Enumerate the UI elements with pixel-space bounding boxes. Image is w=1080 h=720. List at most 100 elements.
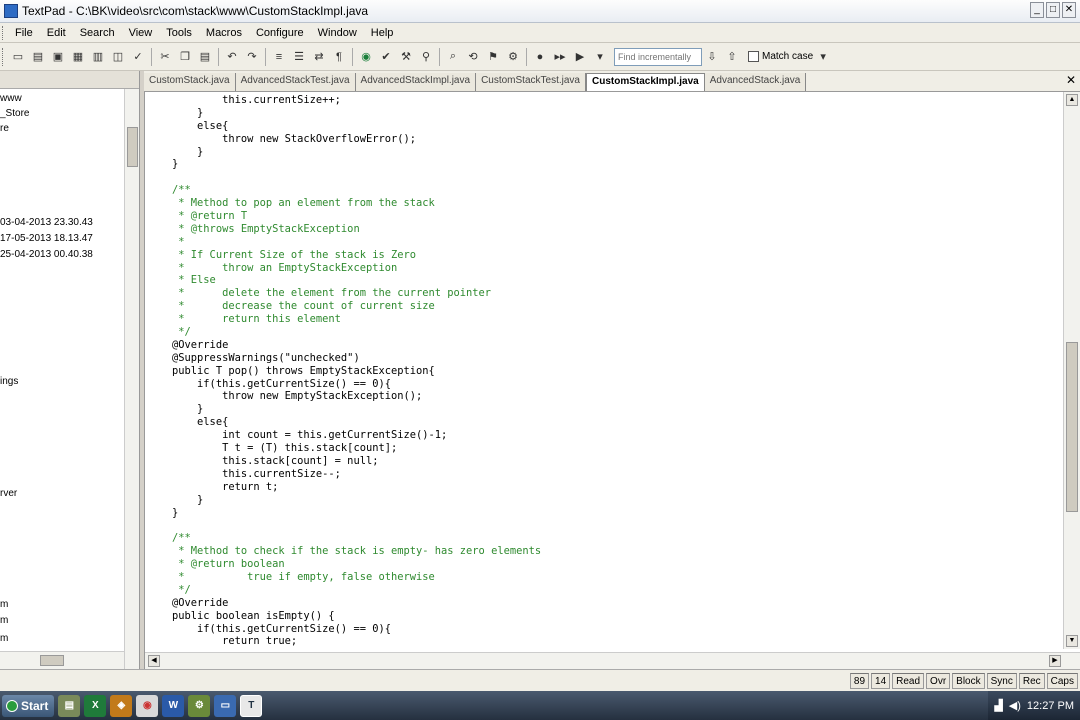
- code-line[interactable]: int count = this.getCurrentSize()-1;: [147, 429, 1062, 442]
- spell-check-icon[interactable]: ✓: [129, 48, 147, 66]
- file-tree-vertical-scrollbar[interactable]: [124, 89, 139, 669]
- scroll-down-icon[interactable]: ▼: [1066, 635, 1078, 647]
- code-editor[interactable]: this.currentSize++; } else{ throw new St…: [144, 92, 1080, 669]
- code-line[interactable]: else{: [147, 416, 1062, 429]
- search-icon[interactable]: ⌕: [444, 48, 462, 66]
- find-incrementally-input[interactable]: [614, 47, 702, 66]
- code-line[interactable]: }: [147, 494, 1062, 507]
- code-line[interactable]: * If Current Size of the stack is Zero: [147, 249, 1062, 262]
- tool-taskbar-icon[interactable]: ⚙: [188, 694, 211, 717]
- save-all-icon[interactable]: ▦: [69, 48, 87, 66]
- code-line[interactable]: }: [147, 158, 1062, 171]
- tree-item[interactable]: re: [0, 123, 9, 134]
- macro-icon[interactable]: ⚙: [504, 48, 522, 66]
- code-line[interactable]: * @return T: [147, 210, 1062, 223]
- code-line[interactable]: if(this.getCurrentSize() == 0){: [147, 378, 1062, 391]
- indent-icon[interactable]: ≡: [270, 48, 288, 66]
- tree-item[interactable]: m: [0, 633, 8, 644]
- code-line[interactable]: * true if empty, false otherwise: [147, 571, 1062, 584]
- close-document-icon[interactable]: ✕: [1066, 73, 1076, 87]
- code-line[interactable]: * @return boolean: [147, 558, 1062, 571]
- maximize-button[interactable]: □: [1046, 2, 1060, 18]
- code-line[interactable]: [147, 519, 1062, 532]
- play-macro-icon[interactable]: ▸▸: [551, 48, 569, 66]
- code-line[interactable]: * return this element: [147, 313, 1062, 326]
- code-line[interactable]: */: [147, 326, 1062, 339]
- folder-taskbar-icon[interactable]: ▭: [214, 694, 237, 717]
- check-icon[interactable]: ✔: [377, 48, 395, 66]
- find-up-icon[interactable]: ⇧: [723, 48, 741, 66]
- tab-customstack[interactable]: CustomStack.java: [144, 73, 236, 91]
- code-line[interactable]: * Method to pop an element from the stac…: [147, 197, 1062, 210]
- scrollbar-thumb[interactable]: [40, 655, 64, 666]
- close-button[interactable]: ✕: [1062, 2, 1076, 18]
- code-line[interactable]: *: [147, 236, 1062, 249]
- replace-icon[interactable]: ⟲: [464, 48, 482, 66]
- menu-search[interactable]: Search: [73, 27, 122, 39]
- save-icon[interactable]: ▣: [49, 48, 67, 66]
- find-in-files-icon[interactable]: ⚲: [417, 48, 435, 66]
- chrome-taskbar-icon[interactable]: ◉: [136, 694, 159, 717]
- tree-item[interactable]: 25-04-2013 00.40.38: [0, 249, 93, 260]
- code-line[interactable]: * decrease the count of current size: [147, 300, 1062, 313]
- tool-icon[interactable]: ⚒: [397, 48, 415, 66]
- code-line[interactable]: this.stack[count] = null;: [147, 455, 1062, 468]
- copy-icon[interactable]: ❐: [176, 48, 194, 66]
- tab-advancedstack[interactable]: AdvancedStack.java: [704, 73, 807, 91]
- open-file-icon[interactable]: ▤: [29, 48, 47, 66]
- scroll-left-icon[interactable]: ◀: [148, 655, 160, 667]
- tree-item[interactable]: www: [0, 93, 22, 104]
- minimize-button[interactable]: _: [1030, 2, 1044, 18]
- textpad-taskbar-icon[interactable]: T: [240, 694, 263, 717]
- word-wrap-icon[interactable]: ⇄: [310, 48, 328, 66]
- print-icon[interactable]: ▥: [89, 48, 107, 66]
- excel-taskbar-icon[interactable]: X: [84, 694, 107, 717]
- status-read[interactable]: Read: [892, 672, 925, 689]
- code-line[interactable]: * Else: [147, 274, 1062, 287]
- clock[interactable]: 12:27 PM: [1027, 700, 1074, 712]
- redo-icon[interactable]: ↷: [243, 48, 261, 66]
- code-line[interactable]: @SuppressWarnings("unchecked"): [147, 352, 1062, 365]
- scroll-up-icon[interactable]: ▲: [1066, 94, 1078, 106]
- code-line[interactable]: return t;: [147, 481, 1062, 494]
- code-line[interactable]: [147, 171, 1062, 184]
- code-line[interactable]: /**: [147, 532, 1062, 545]
- tree-item[interactable]: _Store: [0, 108, 29, 119]
- code-line[interactable]: */: [147, 584, 1062, 597]
- code-line[interactable]: * Method to check if the stack is empty-…: [147, 545, 1062, 558]
- code-line[interactable]: }: [147, 146, 1062, 159]
- menu-file[interactable]: File: [8, 27, 40, 39]
- record-macro-icon[interactable]: ●: [531, 48, 549, 66]
- status-block[interactable]: Block: [952, 672, 985, 689]
- code-line[interactable]: else{: [147, 120, 1062, 133]
- status-ovr[interactable]: Ovr: [926, 672, 951, 689]
- code-line[interactable]: }: [147, 507, 1062, 520]
- code-line[interactable]: this.currentSize--;: [147, 468, 1062, 481]
- find-down-icon[interactable]: ⇩: [703, 48, 721, 66]
- tab-customstacktest[interactable]: CustomStackTest.java: [476, 73, 586, 91]
- code-line[interactable]: throw new StackOverflowError();: [147, 133, 1062, 146]
- code-line[interactable]: this.currentSize++;: [147, 94, 1062, 107]
- code-line[interactable]: public T pop() throws EmptyStackExceptio…: [147, 365, 1062, 378]
- menu-configure[interactable]: Configure: [249, 27, 311, 39]
- menu-help[interactable]: Help: [364, 27, 401, 39]
- code-line[interactable]: * @throws EmptyStackException: [147, 223, 1062, 236]
- web-browser-icon[interactable]: ◉: [357, 48, 375, 66]
- undo-icon[interactable]: ↶: [223, 48, 241, 66]
- scroll-right-icon[interactable]: ▶: [1049, 655, 1061, 667]
- menu-tools[interactable]: Tools: [159, 27, 199, 39]
- tree-item[interactable]: ings: [0, 376, 18, 387]
- code-line[interactable]: * throw an EmptyStackException: [147, 262, 1062, 275]
- tree-item[interactable]: 17-05-2013 18.13.47: [0, 233, 93, 244]
- editor-vertical-scrollbar[interactable]: ▲ ▼: [1063, 92, 1080, 649]
- network-icon[interactable]: ▟: [994, 699, 1002, 712]
- status-sync[interactable]: Sync: [986, 672, 1017, 689]
- menu-view[interactable]: View: [122, 27, 160, 39]
- scrollbar-thumb[interactable]: [1066, 342, 1078, 512]
- tree-item[interactable]: m: [0, 599, 8, 610]
- code-line[interactable]: /**: [147, 184, 1062, 197]
- show-visible-spaces-icon[interactable]: ¶: [330, 48, 348, 66]
- file-tree-horizontal-scrollbar[interactable]: [0, 651, 124, 669]
- find-options-dropdown-icon[interactable]: ▾: [814, 48, 832, 66]
- code-line[interactable]: }: [147, 403, 1062, 416]
